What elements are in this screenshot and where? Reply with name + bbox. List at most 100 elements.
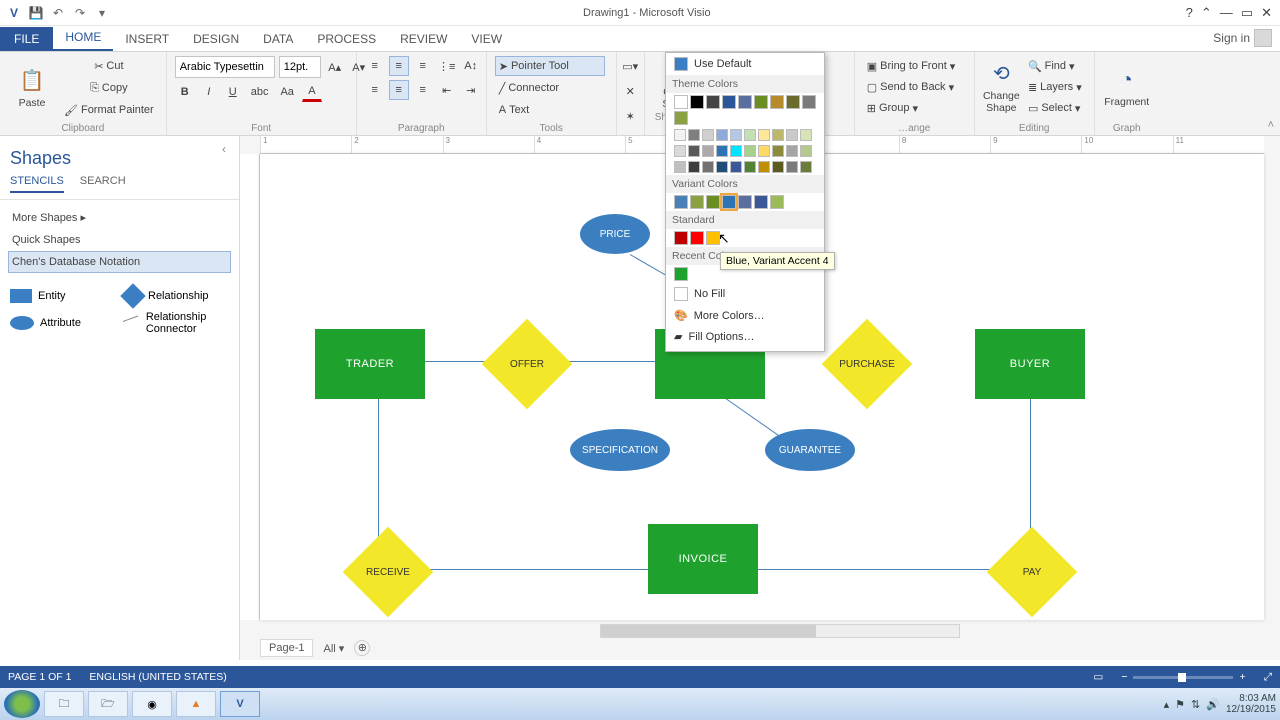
text-tool-button[interactable]: AText — [495, 100, 605, 120]
color-swatch[interactable] — [688, 129, 700, 141]
rel-pay[interactable]: PAY — [1000, 540, 1064, 604]
color-swatch[interactable] — [800, 161, 812, 173]
horizontal-scrollbar[interactable] — [600, 624, 960, 638]
color-swatch[interactable] — [706, 95, 720, 109]
find-button[interactable]: 🔍Find ▾ — [1024, 56, 1086, 76]
attr-specification[interactable]: SPECIFICATION — [570, 429, 670, 471]
align-center-button[interactable]: ≡ — [389, 80, 409, 100]
cut-button[interactable]: ✂Cut — [60, 56, 158, 76]
bullets-button[interactable]: ⋮≡ — [437, 56, 457, 76]
no-fill-item[interactable]: No Fill — [666, 283, 824, 305]
relationship-shape-sample[interactable]: Relationship — [124, 287, 228, 305]
tab-data[interactable]: DATA — [251, 27, 305, 51]
zoom-in-icon[interactable]: + — [1239, 671, 1245, 683]
quick-shapes-item[interactable]: Quick Shapes — [8, 229, 231, 251]
visio-taskbar-icon[interactable]: V — [220, 691, 260, 717]
redo-icon[interactable]: ↷ — [72, 5, 88, 21]
color-swatch[interactable] — [744, 145, 756, 157]
copy-button[interactable]: ⎘Copy — [60, 78, 158, 98]
tab-home[interactable]: HOME — [53, 25, 113, 51]
sign-in-link[interactable]: Sign in — [1205, 25, 1280, 51]
align-left-button[interactable]: ≡ — [365, 80, 385, 100]
zoom-control[interactable]: − + — [1121, 671, 1245, 683]
color-swatch[interactable] — [758, 161, 770, 173]
strike-button[interactable]: abc — [247, 82, 273, 102]
color-swatch[interactable] — [674, 231, 688, 245]
fragment-button[interactable]: ◔ Fragment — [1103, 56, 1151, 118]
color-swatch[interactable] — [772, 145, 784, 157]
case-button[interactable]: Aa — [276, 82, 297, 102]
tray-flag-icon[interactable]: ⚑ — [1175, 698, 1185, 711]
taskbar-clock[interactable]: 8:03 AM 12/19/2015 — [1226, 693, 1276, 715]
color-swatch[interactable] — [744, 161, 756, 173]
align-top-button[interactable]: ≡ — [365, 56, 385, 76]
all-pages-button[interactable]: All ▾ — [323, 642, 344, 655]
color-swatch[interactable] — [688, 145, 700, 157]
connection-point-button[interactable]: ✶ — [619, 106, 642, 126]
collapse-ribbon-icon[interactable]: ˄ — [1268, 119, 1274, 131]
color-swatch[interactable] — [674, 161, 686, 173]
color-swatch[interactable] — [800, 145, 812, 157]
color-swatch[interactable] — [786, 145, 798, 157]
indent-inc-button[interactable]: ⇥ — [461, 80, 481, 100]
align-bottom-button[interactable]: ≡ — [413, 56, 433, 76]
color-swatch[interactable] — [716, 145, 728, 157]
tray-up-icon[interactable]: ▴ — [1164, 698, 1170, 711]
color-swatch[interactable] — [722, 95, 736, 109]
tab-process[interactable]: PROCESS — [305, 27, 388, 51]
file-tab[interactable]: FILE — [0, 27, 53, 51]
save-icon[interactable]: 💾 — [28, 5, 44, 21]
color-swatch[interactable] — [772, 161, 784, 173]
color-swatch[interactable] — [674, 145, 686, 157]
fill-options-item[interactable]: ▰Fill Options… — [666, 326, 824, 347]
connector-tool-button[interactable]: ╱Connector — [495, 78, 605, 98]
bold-button[interactable]: B — [175, 82, 195, 102]
page-tab-1[interactable]: Page-1 — [260, 639, 313, 657]
presentation-mode-icon[interactable]: ▭ — [1093, 671, 1103, 683]
delete-tool-button[interactable]: ✕ — [619, 81, 642, 101]
explorer-taskbar-icon[interactable]: 🗀 — [44, 691, 84, 717]
color-swatch[interactable] — [702, 161, 714, 173]
color-swatch[interactable] — [688, 161, 700, 173]
color-swatch[interactable] — [786, 129, 798, 141]
color-swatch-hover[interactable] — [722, 195, 736, 209]
color-swatch[interactable] — [690, 195, 704, 209]
color-swatch[interactable] — [770, 95, 784, 109]
color-swatch[interactable] — [674, 95, 688, 109]
font-name-combo[interactable] — [175, 56, 275, 78]
color-swatch[interactable] — [674, 111, 688, 125]
zoom-slider[interactable] — [1133, 676, 1233, 679]
align-right-button[interactable]: ≡ — [413, 80, 433, 100]
color-swatch[interactable] — [730, 145, 742, 157]
change-shape-button[interactable]: ⟲ Change Shape — [983, 56, 1020, 118]
folder-taskbar-icon[interactable]: 🗁 — [88, 691, 128, 717]
tray-volume-icon[interactable]: 🔊 — [1206, 698, 1220, 711]
start-button[interactable] — [4, 690, 40, 718]
color-swatch[interactable] — [674, 129, 686, 141]
color-swatch[interactable] — [674, 267, 688, 281]
font-color-button[interactable]: A — [302, 82, 322, 102]
color-swatch[interactable] — [754, 95, 768, 109]
text-direction-button[interactable]: A↕ — [461, 56, 481, 76]
stencils-tab[interactable]: STENCILS — [10, 175, 64, 193]
undo-icon[interactable]: ↶ — [50, 5, 66, 21]
color-swatch[interactable] — [800, 129, 812, 141]
fit-page-icon[interactable]: ⤢ — [1264, 671, 1272, 684]
entity-trader[interactable]: TRADER — [315, 329, 425, 399]
color-swatch[interactable] — [744, 129, 756, 141]
select-button[interactable]: ▭Select ▾ — [1024, 98, 1086, 118]
color-swatch[interactable] — [702, 129, 714, 141]
restore-button[interactable]: ▭ — [1241, 5, 1253, 21]
color-swatch[interactable] — [770, 195, 784, 209]
rel-purchase[interactable]: PURCHASE — [835, 332, 899, 396]
color-swatch[interactable] — [754, 195, 768, 209]
chrome-taskbar-icon[interactable]: ◉ — [132, 691, 172, 717]
relationship-connector-sample[interactable]: Relationship Connector — [124, 311, 228, 335]
attr-price[interactable]: PRICE — [580, 214, 650, 254]
use-default-item[interactable]: Use Default — [666, 53, 824, 75]
paste-button[interactable]: 📋 Paste — [8, 57, 56, 119]
color-swatch[interactable] — [758, 145, 770, 157]
layers-button[interactable]: ≣Layers ▾ — [1024, 77, 1086, 97]
send-to-back-button[interactable]: ▢Send to Back ▾ — [863, 77, 966, 97]
language-indicator[interactable]: ENGLISH (UNITED STATES) — [89, 671, 226, 683]
